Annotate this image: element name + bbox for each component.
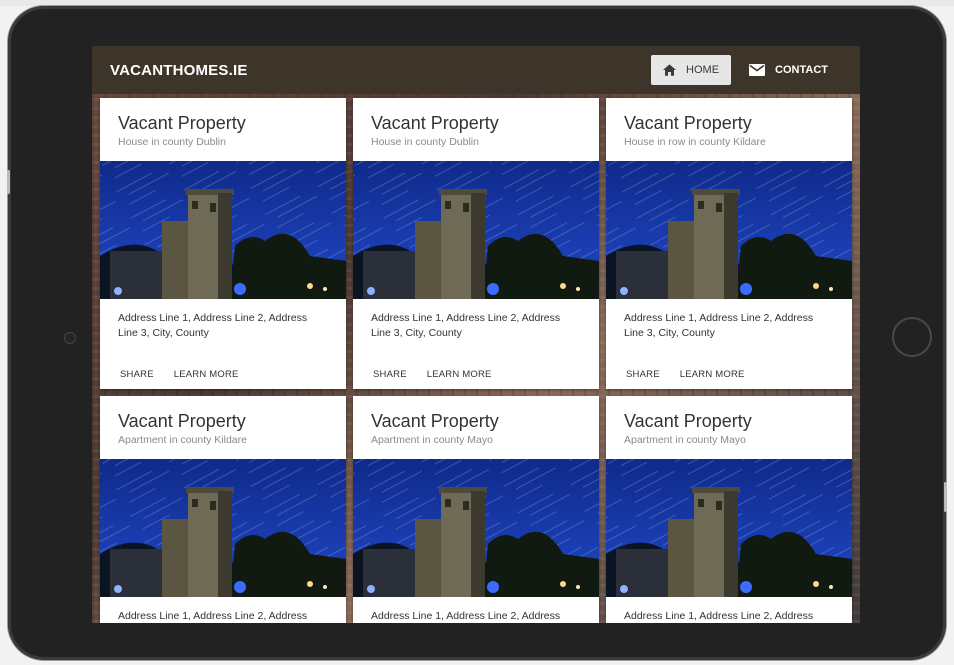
property-photo[interactable] — [353, 459, 599, 597]
learn-more-button[interactable]: LEARN MORE — [164, 363, 249, 386]
app-screen: VACANTHOMES.IE HOME CONTACT Vacant Prope… — [92, 46, 860, 623]
card-address: Address Line 1, Address Line 2, Address … — [371, 610, 561, 622]
card-header: Vacant Property Apartment in county Mayo — [353, 396, 599, 459]
nav-contact-button[interactable]: CONTACT — [737, 55, 840, 85]
card-subtitle: House in county Dublin — [371, 136, 479, 148]
card-subtitle: House in row in county Kildare — [624, 136, 766, 148]
card-title: Vacant Property — [371, 113, 499, 133]
learn-more-button[interactable]: LEARN MORE — [417, 363, 502, 386]
learn-more-button[interactable]: LEARN MORE — [670, 363, 755, 386]
card-header: Vacant Property Apartment in county Mayo — [606, 396, 852, 459]
card-address: Address Line 1, Address Line 2, Address … — [118, 610, 308, 622]
share-button[interactable]: SHARE — [363, 363, 417, 386]
share-button[interactable]: SHARE — [110, 363, 164, 386]
property-photo[interactable] — [353, 161, 599, 299]
device-side-button — [944, 482, 947, 512]
nav-home-label: HOME — [686, 64, 720, 76]
card-actions: SHARE LEARN MORE — [606, 355, 852, 386]
card-title: Vacant Property — [624, 411, 752, 431]
front-camera — [64, 332, 76, 344]
card-header: Vacant Property House in county Dublin — [353, 98, 599, 161]
property-card: Vacant Property House in row in county K… — [606, 98, 852, 389]
share-button[interactable]: SHARE — [616, 363, 670, 386]
card-title: Vacant Property — [118, 411, 246, 431]
card-subtitle: Apartment in county Kildare — [118, 434, 247, 446]
card-title: Vacant Property — [371, 411, 499, 431]
card-address: Address Line 1, Address Line 2, Address … — [118, 312, 308, 339]
card-actions: SHARE LEARN MORE — [353, 355, 599, 386]
card-address: Address Line 1, Address Line 2, Address … — [371, 312, 561, 339]
property-card: Vacant Property Apartment in county Mayo… — [606, 396, 852, 623]
property-card: Vacant Property House in county Dublin A… — [100, 98, 346, 389]
card-title: Vacant Property — [118, 113, 246, 133]
tablet-home-button[interactable] — [892, 317, 932, 357]
card-subtitle: House in county Dublin — [118, 136, 226, 148]
card-header: Vacant Property House in row in county K… — [606, 98, 852, 161]
property-photo[interactable] — [100, 459, 346, 597]
card-subtitle: Apartment in county Mayo — [371, 434, 493, 446]
nav-home-button[interactable]: HOME — [651, 55, 732, 85]
property-photo[interactable] — [606, 161, 852, 299]
property-card: Vacant Property House in county Dublin A… — [353, 98, 599, 389]
card-header: Vacant Property House in county Dublin — [100, 98, 346, 161]
card-address: Address Line 1, Address Line 2, Address … — [624, 312, 814, 339]
card-header: Vacant Property Apartment in county Kild… — [100, 396, 346, 459]
card-address: Address Line 1, Address Line 2, Address … — [624, 610, 814, 622]
card-title: Vacant Property — [624, 113, 752, 133]
mail-icon — [749, 64, 766, 76]
card-subtitle: Apartment in county Mayo — [624, 434, 746, 446]
property-photo[interactable] — [606, 459, 852, 597]
property-photo[interactable] — [100, 161, 346, 299]
app-bar: VACANTHOMES.IE HOME CONTACT — [92, 46, 860, 94]
brand-logo[interactable]: VACANTHOMES.IE — [110, 62, 248, 79]
nav-contact-label: CONTACT — [775, 64, 828, 76]
card-actions: SHARE LEARN MORE — [100, 355, 346, 386]
property-card: Vacant Property Apartment in county Kild… — [100, 396, 346, 623]
device-side-button — [7, 170, 10, 194]
top-nav: HOME CONTACT — [651, 55, 840, 85]
property-grid: Vacant Property House in county Dublin A… — [100, 98, 852, 623]
property-card: Vacant Property Apartment in county Mayo… — [353, 396, 599, 623]
home-icon — [663, 64, 677, 76]
